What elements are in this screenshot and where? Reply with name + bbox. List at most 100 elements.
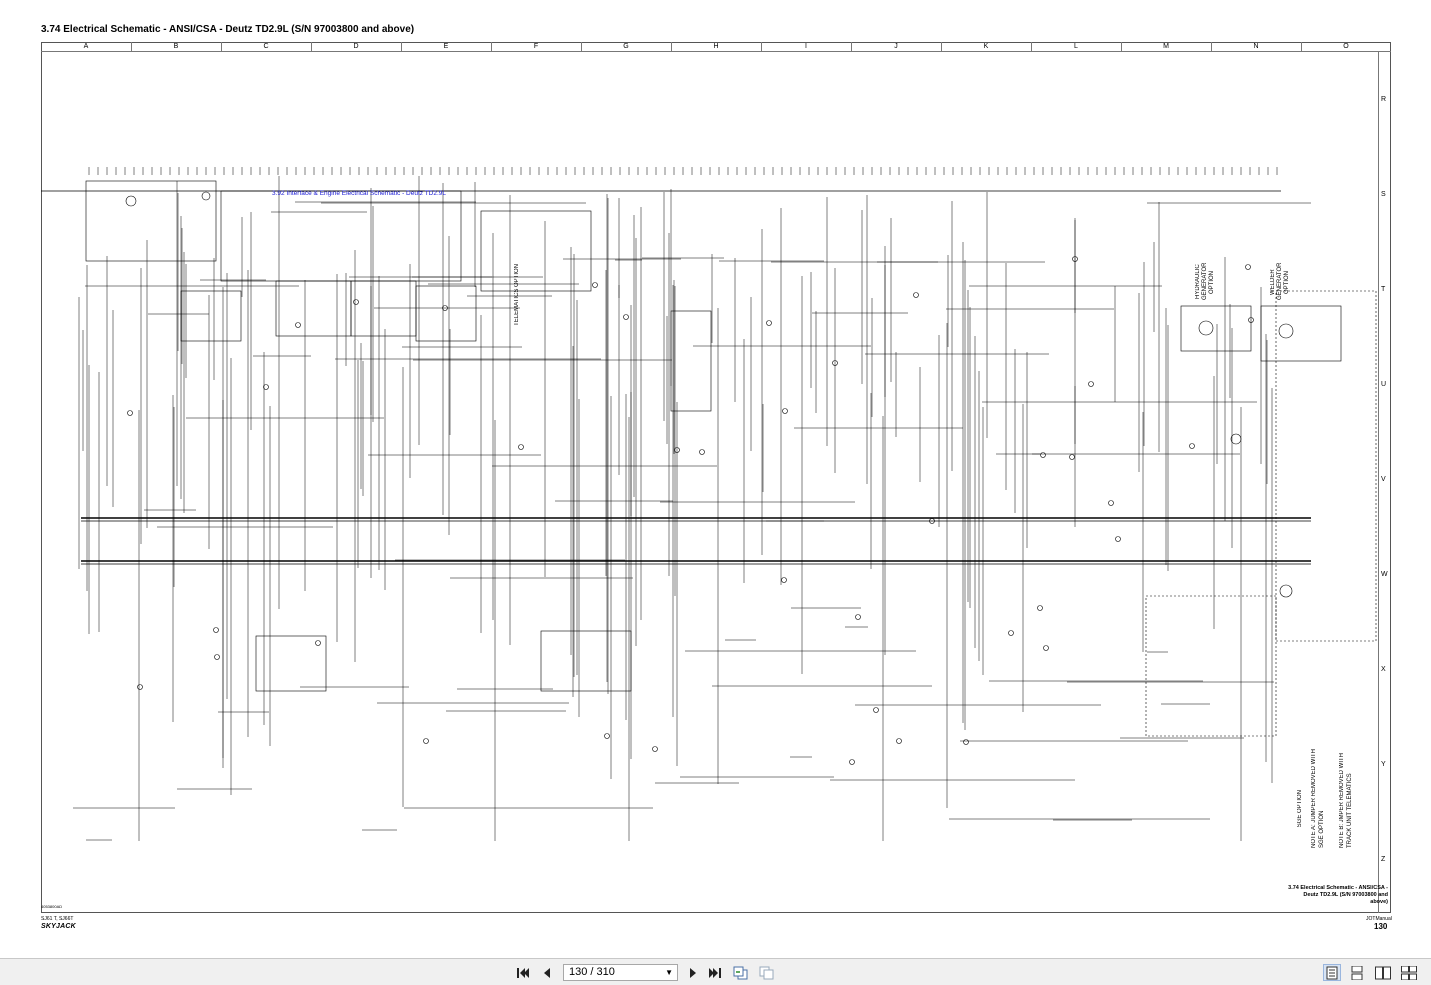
two-page-continuous-icon	[1401, 965, 1417, 980]
connector-pin	[781, 577, 787, 583]
column-label-l: L	[1074, 43, 1078, 50]
row-label-t: T	[1381, 286, 1386, 293]
generator-symbol	[1278, 323, 1294, 339]
two-page-continuous-view-button[interactable]	[1400, 964, 1418, 981]
connector-pin	[1008, 630, 1014, 636]
column-label-b: B	[173, 43, 179, 50]
connector-pin	[423, 738, 429, 744]
connector-pin	[1108, 500, 1114, 506]
generator-symbol	[1198, 320, 1214, 336]
model-line: SJ61 T, SJ66T	[41, 916, 74, 922]
go-forward-button[interactable]	[758, 964, 776, 981]
column-divider	[1121, 42, 1122, 51]
welder-generator-box	[1260, 305, 1342, 362]
column-divider	[311, 42, 312, 51]
single-page-view-button[interactable]	[1323, 964, 1341, 981]
previous-page-icon	[544, 967, 550, 978]
connector-pin	[1069, 454, 1075, 460]
connector-pin	[782, 408, 788, 414]
connector-pin	[913, 292, 919, 298]
connector-pin	[295, 322, 301, 328]
row-label-y: Y	[1381, 761, 1386, 768]
footer-caption-line-3: above)	[1370, 899, 1388, 905]
column-label-e: E	[443, 43, 449, 50]
note-b: NOTE B: JMPER REMOVED WITH TRACK UNIT TE…	[1339, 752, 1353, 848]
column-divider	[581, 42, 582, 51]
interface-schematic-reference[interactable]: 3.92 Interface & Engine Electrical Schem…	[272, 190, 446, 197]
skyjack-logo: SKYJACK	[41, 923, 76, 930]
connector-pin	[623, 314, 629, 320]
sge-option-label: SGE OPTION	[1297, 790, 1303, 828]
go-back-button[interactable]	[732, 964, 750, 981]
column-divider	[221, 42, 222, 51]
relay-box	[415, 285, 477, 342]
column-divider	[491, 42, 492, 51]
connector-pin	[855, 614, 861, 620]
module-box	[540, 630, 632, 692]
column-label-a: A	[83, 43, 89, 50]
row-label-x: X	[1381, 666, 1386, 673]
column-divider	[131, 42, 132, 51]
connector-pin	[137, 684, 143, 690]
switch-symbol	[125, 195, 137, 207]
welder-generator-option-label: WELDER GENERATOR OPTION	[1270, 262, 1290, 300]
column-label-n: N	[1253, 43, 1259, 50]
connector-pin	[1088, 381, 1094, 387]
engine-component-box	[85, 180, 217, 262]
column-divider	[761, 42, 762, 51]
column-divider	[1301, 42, 1302, 51]
row-label-s: S	[1381, 191, 1386, 198]
note-a: NOTE A: JUMPER REMOVED WITH SGE OPTION	[1311, 748, 1325, 848]
column-divider	[1211, 42, 1212, 51]
ground-symbol	[1279, 584, 1293, 598]
viewer-toolbar: 130 / 310 ▼	[0, 958, 1431, 985]
row-label-u: U	[1381, 381, 1387, 388]
telematics-option-label: TELEMATICS OPTION	[514, 264, 520, 326]
continuous-view-button[interactable]	[1348, 964, 1366, 981]
column-divider	[941, 42, 942, 51]
wiring-diagram	[41, 167, 1377, 841]
connector-pin	[766, 320, 772, 326]
column-label-k: K	[983, 43, 989, 50]
two-page-icon	[1375, 966, 1391, 979]
previous-page-button[interactable]	[538, 964, 556, 981]
column-label-g: G	[623, 43, 629, 50]
telematics-box	[480, 210, 592, 292]
column-label-h: H	[713, 43, 719, 50]
column-label-d: D	[353, 43, 359, 50]
connector-pin	[604, 733, 610, 739]
row-label-v: V	[1381, 476, 1386, 483]
footer-caption-line-1: 3.74 Electrical Schematic - ANSI/CSA -	[1288, 885, 1388, 891]
page-indicator: 130 / 310	[569, 966, 615, 978]
connector-pin	[1037, 605, 1043, 611]
connector-pin	[849, 759, 855, 765]
connector-pin	[873, 707, 879, 713]
next-page-button[interactable]	[684, 964, 702, 981]
column-divider	[1031, 42, 1032, 51]
row-label-r: R	[1381, 96, 1387, 103]
footer-caption-line-2: Deutz TD2.9L (S/N 97003800 and	[1303, 892, 1388, 898]
page-number-select[interactable]: 130 / 310 ▼	[563, 964, 678, 981]
column-label-c: C	[263, 43, 269, 50]
connector-pin	[1115, 536, 1121, 542]
two-page-view-button[interactable]	[1374, 964, 1392, 981]
switch-symbol	[201, 191, 211, 201]
connector-pin	[353, 299, 359, 305]
last-page-icon	[709, 967, 721, 978]
connector-pin	[592, 282, 598, 288]
page-number: 130	[1374, 922, 1388, 931]
column-label-i: I	[805, 43, 807, 50]
row-grid-bar	[1378, 51, 1379, 913]
continuous-page-icon	[1351, 965, 1363, 980]
hydraulic-generator-option-label: HYDRAULIC GENERATOR OPTION	[1195, 262, 1215, 300]
last-page-button[interactable]	[706, 964, 724, 981]
column-label-f: F	[533, 43, 539, 50]
connector-pin	[315, 640, 321, 646]
connector-pin	[518, 444, 524, 450]
connector-pin	[1189, 443, 1195, 449]
first-page-button[interactable]	[514, 964, 532, 981]
connector-pin	[896, 738, 902, 744]
transducer-box	[670, 310, 712, 412]
hydraulic-generator-box	[1180, 305, 1252, 352]
interface-schematic-box	[220, 190, 462, 282]
